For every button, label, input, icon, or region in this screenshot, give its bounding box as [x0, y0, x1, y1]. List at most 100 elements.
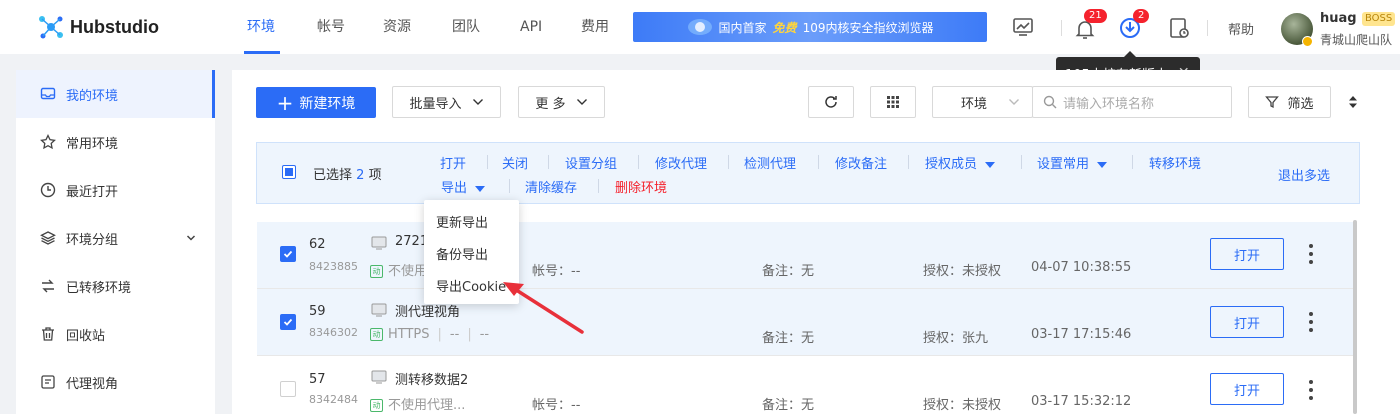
window-icon [371, 303, 387, 317]
nav-billing[interactable]: 费用 [581, 0, 609, 54]
select-all-checkbox[interactable] [282, 165, 296, 179]
help-link[interactable]: 帮助 [1228, 19, 1254, 38]
more-actions-icon[interactable] [1307, 380, 1315, 400]
action-clear-cache[interactable]: 清除缓存 [525, 177, 577, 196]
sidebar-item-favorite-env[interactable]: 常用环境 [16, 118, 215, 166]
more-button[interactable]: 更 多 [518, 86, 605, 118]
sidebar-item-trash[interactable]: 回收站 [16, 310, 215, 358]
nav-account[interactable]: 帐号 [317, 0, 345, 54]
sidebar-item-recent[interactable]: 最近打开 [16, 166, 215, 214]
table-row[interactable]: 57 8342484 测转移数据2 动不使用代理... 帐号：-- 备注：无 授… [257, 356, 1357, 414]
action-edit-proxy[interactable]: 修改代理 [655, 153, 707, 172]
logo-text: Hubstudio [70, 16, 159, 37]
env-id: 8346302 [309, 326, 358, 339]
batch-import-button[interactable]: 批量导入 [392, 86, 501, 118]
proxy-icon [41, 375, 55, 389]
menu-item-update-export[interactable]: 更新导出 [436, 212, 488, 231]
more-actions-icon[interactable] [1307, 312, 1315, 332]
sidebar-item-label: 代理视角 [66, 376, 119, 392]
chevron-down-icon [576, 99, 587, 105]
env-type-select[interactable]: 环境 [932, 86, 1033, 118]
action-check-proxy[interactable]: 检测代理 [744, 153, 796, 172]
sort-icon[interactable] [1348, 95, 1358, 109]
table-row[interactable]: 59 8346302 测代理视角 动 HTTPS | -- | -- 备注：无 授权：张九… [257, 289, 1357, 356]
env-name[interactable]: 测转移数据2 [395, 369, 468, 388]
table-row[interactable]: 62 8423885 2721 动不使用 帐号：-- 备注：无 授权：未授权 0… [257, 222, 1357, 289]
separator [1132, 155, 1133, 169]
action-delete[interactable]: 删除环境 [615, 177, 667, 196]
more-actions-icon[interactable] [1307, 244, 1315, 264]
clock-icon [40, 182, 56, 198]
vip-crown-icon [1302, 36, 1313, 47]
chevron-down-icon [1009, 99, 1019, 105]
dynamic-tag-icon: 动 [370, 328, 383, 341]
action-close[interactable]: 关闭 [502, 153, 528, 172]
history-icon[interactable] [1167, 16, 1191, 40]
window-icon [371, 236, 387, 250]
filter-label: 筛选 [1287, 96, 1314, 112]
scrollbar[interactable] [1353, 220, 1357, 414]
separator [598, 179, 599, 193]
open-button[interactable]: 打开 [1210, 373, 1284, 405]
row-checkbox[interactable] [280, 314, 296, 330]
sidebar-item-my-env[interactable]: 我的环境 [16, 70, 215, 118]
separator [548, 155, 549, 169]
indeterminate-mark [285, 168, 293, 176]
hubstudio-logo-icon [39, 16, 63, 39]
chevron-down-icon [472, 99, 483, 105]
batch-import-label: 批量导入 [409, 96, 462, 112]
banner-prefix: 国内首家 [718, 20, 767, 35]
nav-env[interactable]: 环境 [247, 0, 275, 54]
action-transfer[interactable]: 转移环境 [1149, 153, 1201, 172]
open-button[interactable]: 打开 [1210, 238, 1284, 270]
account-info: 帐号：-- [532, 264, 581, 279]
separator [818, 155, 819, 169]
action-set-group[interactable]: 设置分组 [565, 153, 617, 172]
new-env-label: 新建环境 [299, 95, 356, 112]
sidebar-item-label: 我的环境 [66, 88, 119, 104]
action-export[interactable]: 导出 [441, 177, 486, 196]
row-checkbox[interactable] [280, 381, 296, 397]
selected-count: 2 [356, 168, 365, 183]
action-set-favorite[interactable]: 设置常用 [1037, 153, 1108, 172]
boss-badge: BOSS [1362, 12, 1396, 26]
opened-time: 03-17 15:32:12 [1031, 394, 1132, 409]
check-icon [283, 318, 293, 326]
promo-banner[interactable]: 国内首家 免费 109内核安全指纹浏览器 [633, 12, 987, 42]
caret-down-icon [475, 185, 486, 192]
menu-item-export-cookie[interactable]: 导出Cookie [436, 276, 506, 295]
user-name[interactable]: huag [1320, 11, 1357, 26]
search-input[interactable]: 请输入环境名称 [1032, 86, 1232, 118]
remark-info: 备注：无 [762, 331, 815, 346]
nav-api[interactable]: API [520, 0, 542, 54]
filter-button[interactable]: 筛选 [1248, 86, 1331, 118]
sidebar-item-transferred[interactable]: 已转移环境 [16, 262, 215, 310]
proxy-info: 动不使用代理... [370, 394, 465, 413]
filter-icon [1265, 96, 1280, 109]
selection-bar: 已选择 2 项 打开 关闭 设置分组 修改代理 检测代理 修改备注 授权成员 设… [256, 142, 1360, 204]
sidebar-item-label: 最近打开 [66, 184, 119, 200]
refresh-button[interactable] [808, 86, 854, 118]
transfer-icon [42, 279, 54, 293]
team-name[interactable]: 青城山爬山队 [1320, 31, 1392, 48]
action-edit-remark[interactable]: 修改备注 [835, 153, 887, 172]
menu-item-backup-export[interactable]: 备份导出 [436, 244, 488, 263]
action-open[interactable]: 打开 [440, 153, 466, 172]
action-authorize[interactable]: 授权成员 [925, 153, 996, 172]
dynamic-tag-icon: 动 [370, 399, 383, 412]
exit-multiselect[interactable]: 退出多选 [1278, 165, 1330, 184]
app-logo[interactable]: Hubstudio [38, 14, 159, 40]
proxy-info: 动 HTTPS | -- | -- [370, 327, 489, 342]
grid-view-button[interactable] [870, 86, 916, 118]
separator [487, 155, 488, 169]
sidebar-item-env-group[interactable]: 环境分组 [16, 214, 215, 262]
sidebar-item-proxy-view[interactable]: 代理视角 [16, 358, 215, 406]
nav-resource[interactable]: 资源 [383, 0, 411, 54]
chart-monitor-icon[interactable] [1011, 15, 1035, 39]
nav-team[interactable]: 团队 [452, 0, 480, 54]
new-env-button[interactable]: + 新建环境 [256, 87, 376, 118]
opened-time: 03-17 17:15:46 [1031, 327, 1132, 342]
opened-time: 04-07 10:38:55 [1031, 260, 1132, 275]
row-checkbox[interactable] [280, 246, 296, 262]
open-button[interactable]: 打开 [1210, 306, 1284, 338]
